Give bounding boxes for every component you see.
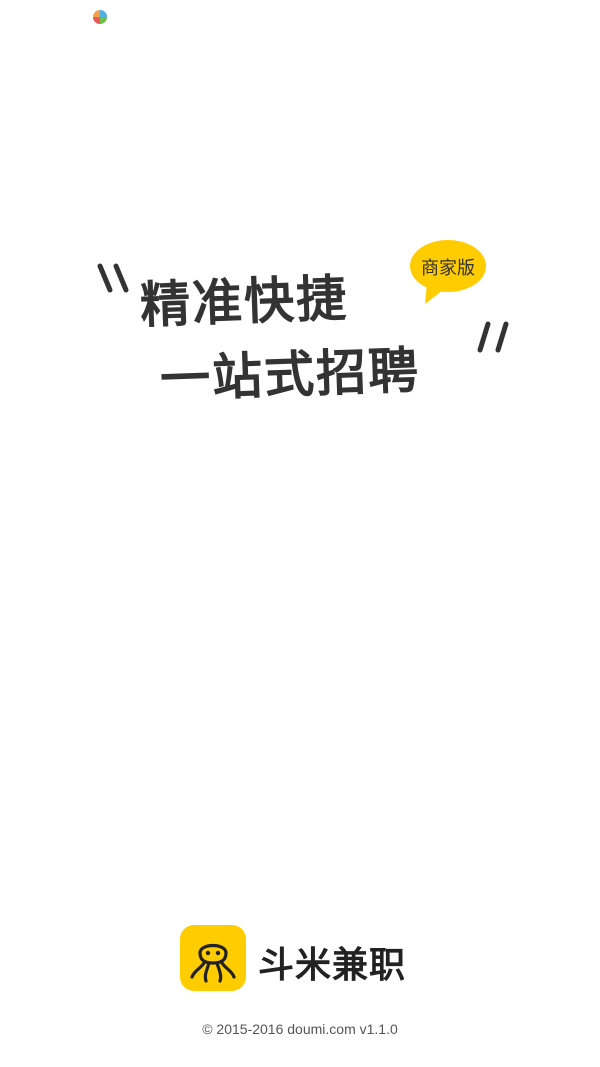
slogan-line-2: 一站式招聘 xyxy=(159,341,422,409)
open-quote-icon xyxy=(97,263,129,293)
merchant-edition-badge: 商家版 xyxy=(409,240,487,304)
copyright-text: © 2015-2016 doumi.com v1.1.0 xyxy=(202,1021,398,1037)
octopus-icon xyxy=(180,925,246,991)
brand-name: 斗米兼职 xyxy=(258,945,407,986)
close-quote-icon xyxy=(477,321,509,353)
slogan: 精准快捷 一站式招聘 商家版 xyxy=(0,0,600,500)
slogan-line-1: 精准快捷 xyxy=(139,269,350,335)
brand: 斗米兼职 xyxy=(180,925,440,991)
badge-label: 商家版 xyxy=(421,258,475,279)
